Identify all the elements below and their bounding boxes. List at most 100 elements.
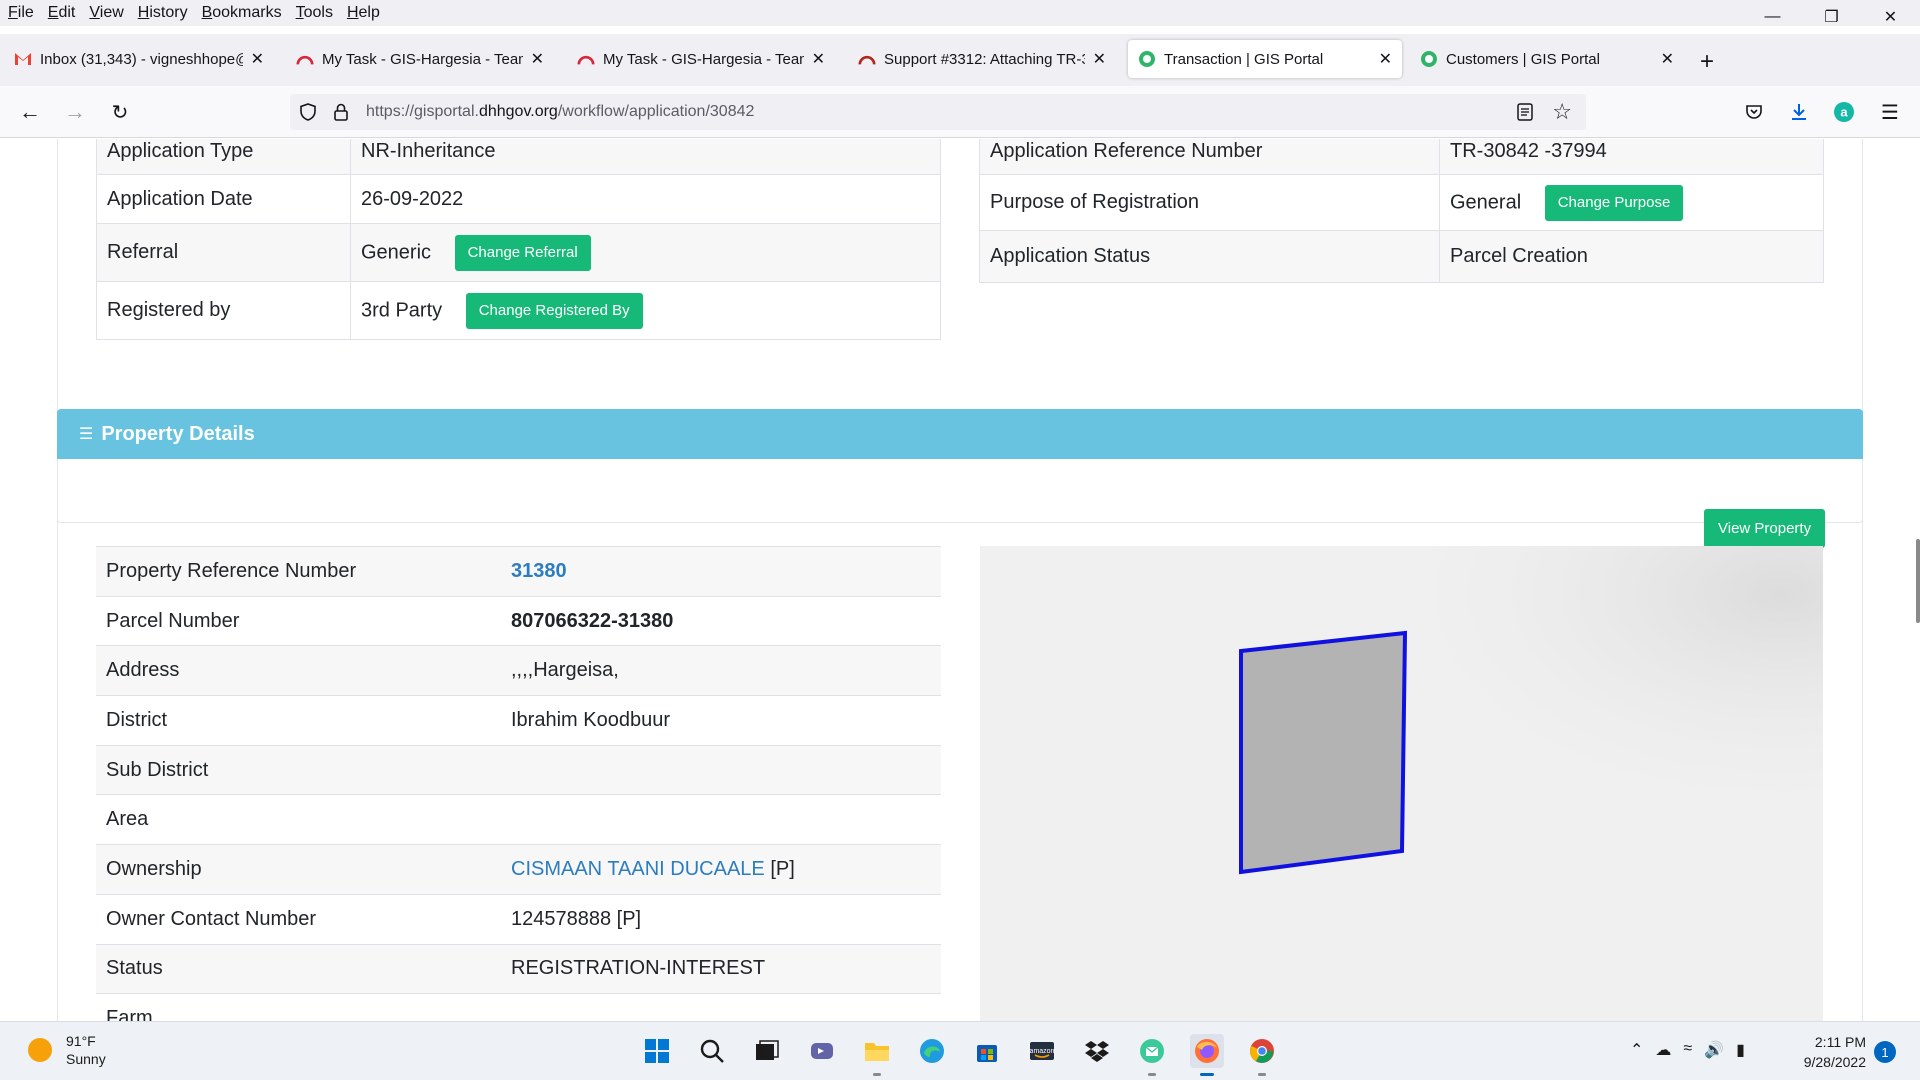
district-value: Ibrahim Koodbuur xyxy=(501,695,941,746)
account-avatar-icon[interactable]: a xyxy=(1830,98,1858,126)
tab-close-icon[interactable]: ✕ xyxy=(1379,49,1392,69)
restore-icon[interactable]: ❐ xyxy=(1802,0,1861,34)
teams-chat-icon[interactable] xyxy=(805,1034,839,1068)
amazon-icon[interactable]: amazon xyxy=(1025,1034,1059,1068)
row-label: Address xyxy=(96,645,501,696)
search-icon[interactable] xyxy=(695,1034,729,1068)
url-bar[interactable]: https://gisportal.dhhgov.org/workflow/ap… xyxy=(290,94,1586,130)
row-label: Referral xyxy=(96,223,351,282)
shield-icon[interactable] xyxy=(298,102,318,127)
tab-close-icon[interactable]: ✕ xyxy=(1661,49,1674,69)
table-row: Application Date 26-09-2022 xyxy=(96,174,941,224)
change-registered-by-button[interactable]: Change Registered By xyxy=(465,292,643,329)
onedrive-cloud-icon[interactable]: ☁ xyxy=(1655,1040,1671,1060)
menu-file[interactable]: File xyxy=(0,4,41,22)
row-label: Owner Contact Number xyxy=(96,893,501,944)
start-icon[interactable] xyxy=(640,1034,674,1068)
firefox-icon[interactable] xyxy=(1190,1034,1224,1076)
edge-icon[interactable] xyxy=(915,1034,949,1068)
reload-icon[interactable]: ↻ xyxy=(106,98,134,126)
hamburger-menu-icon[interactable]: ☰ xyxy=(1876,98,1904,126)
wifi-icon[interactable]: ≈ xyxy=(1683,1040,1692,1060)
url-prefix: https://gisportal. xyxy=(366,103,479,120)
task-view-icon[interactable] xyxy=(750,1034,784,1068)
owner-link[interactable]: CISMAAN TAANI DUCAALE xyxy=(511,858,765,880)
volume-icon[interactable]: 🔊 xyxy=(1704,1040,1724,1060)
new-tab-icon[interactable]: + xyxy=(1700,48,1714,76)
row-label: Area xyxy=(96,794,501,845)
tab-title: Transaction | GIS Portal xyxy=(1164,50,1324,68)
pocket-icon[interactable] xyxy=(1740,98,1768,126)
parcel-map-canvas xyxy=(980,546,1823,1021)
sub-district-value xyxy=(501,744,941,795)
chevron-up-icon[interactable]: ⌃ xyxy=(1630,1040,1643,1060)
table-row: District Ibrahim Koodbuur xyxy=(96,695,941,746)
ownership-cell: CISMAAN TAANI DUCAALE [P] xyxy=(501,844,941,895)
farm-value xyxy=(501,993,941,1021)
row-label: Purpose of Registration xyxy=(979,174,1440,231)
menu-history[interactable]: History xyxy=(131,4,195,22)
notification-badge[interactable]: 1 xyxy=(1874,1041,1896,1063)
referral-value: Generic xyxy=(361,240,432,263)
table-row: Referral Generic Change Referral xyxy=(96,223,941,282)
parcel-polygon[interactable] xyxy=(1239,630,1408,875)
gis-portal-icon xyxy=(1138,50,1156,68)
tab-teams-2[interactable]: My Task - GIS-Hargesia - Teams ✕ xyxy=(567,40,835,78)
table-row: Application Reference Number TR-30842 -3… xyxy=(979,139,1824,175)
tab-close-icon[interactable]: ✕ xyxy=(1093,49,1106,69)
tab-close-icon[interactable]: ✕ xyxy=(531,49,544,69)
tab-support[interactable]: Support #3312: Attaching TR-30 ✕ xyxy=(848,40,1116,78)
close-window-icon[interactable]: ✕ xyxy=(1861,0,1920,34)
tab-transaction[interactable]: Transaction | GIS Portal ✕ xyxy=(1128,40,1402,78)
view-property-button[interactable]: View Property xyxy=(1704,509,1826,548)
area-value xyxy=(501,794,941,845)
mail-app-icon[interactable] xyxy=(1135,1034,1169,1076)
forward-icon[interactable]: → xyxy=(61,98,89,126)
clock[interactable]: 2:11 PM 9/28/2022 xyxy=(1790,1032,1866,1072)
status-value: REGISTRATION-INTEREST xyxy=(501,943,941,994)
file-explorer-icon[interactable] xyxy=(860,1034,894,1076)
owner-suffix: [P] xyxy=(764,857,795,880)
change-referral-button[interactable]: Change Referral xyxy=(454,234,591,271)
change-purpose-button[interactable]: Change Purpose xyxy=(1544,184,1684,221)
parcel-map[interactable] xyxy=(980,546,1823,1021)
downloads-icon[interactable] xyxy=(1785,98,1813,126)
tab-gmail[interactable]: Inbox (31,343) - vigneshhope@g ✕ xyxy=(4,40,274,78)
property-reference-link[interactable]: 31380 xyxy=(511,560,567,582)
lock-icon[interactable] xyxy=(332,102,350,127)
tab-title: Inbox (31,343) - vigneshhope@g xyxy=(40,50,243,68)
clock-date: 9/28/2022 xyxy=(1803,1054,1866,1070)
row-label: Registered by xyxy=(96,281,351,340)
menu-edit[interactable]: Edit xyxy=(41,4,83,22)
menu-help[interactable]: Help xyxy=(340,4,387,22)
menu-tools[interactable]: Tools xyxy=(289,4,340,22)
reader-view-icon[interactable] xyxy=(1516,102,1534,127)
url-text[interactable]: https://gisportal.dhhgov.org/workflow/ap… xyxy=(366,103,754,121)
back-icon[interactable]: ← xyxy=(16,98,44,126)
tab-close-icon[interactable]: ✕ xyxy=(251,49,264,69)
tab-title: My Task - GIS-Hargesia - Teams xyxy=(322,50,523,68)
menu-bookmarks[interactable]: Bookmarks xyxy=(195,4,289,22)
registered-by-value: 3rd Party xyxy=(361,298,443,321)
property-details-title: Property Details xyxy=(101,422,255,445)
weather-widget[interactable]: 91°F Sunny xyxy=(28,1032,106,1068)
teams-icon xyxy=(296,50,314,68)
tab-close-icon[interactable]: ✕ xyxy=(812,49,825,69)
battery-icon[interactable]: ▮ xyxy=(1736,1040,1745,1060)
vertical-scrollbar[interactable] xyxy=(1916,539,1920,623)
table-row: Address ,,,,Hargeisa, xyxy=(96,645,941,696)
table-row: Owner Contact Number 124578888 [P] xyxy=(96,893,941,944)
bookmark-star-icon[interactable]: ☆ xyxy=(1552,99,1572,125)
menu-view[interactable]: View xyxy=(82,4,130,22)
dropbox-icon[interactable] xyxy=(1080,1034,1114,1068)
chrome-icon[interactable] xyxy=(1245,1034,1279,1076)
redmine-icon xyxy=(858,50,876,68)
referral-cell: Generic Change Referral xyxy=(350,223,941,282)
minimize-icon[interactable]: — xyxy=(1743,0,1802,34)
tab-customers[interactable]: Customers | GIS Portal ✕ xyxy=(1410,40,1684,78)
tab-teams-1[interactable]: My Task - GIS-Hargesia - Teams ✕ xyxy=(286,40,554,78)
table-row: Farm xyxy=(96,993,941,1021)
parcel-number-value: 807066322-31380 xyxy=(501,595,941,646)
row-label: Application Status xyxy=(979,230,1440,283)
store-icon[interactable] xyxy=(970,1034,1004,1068)
